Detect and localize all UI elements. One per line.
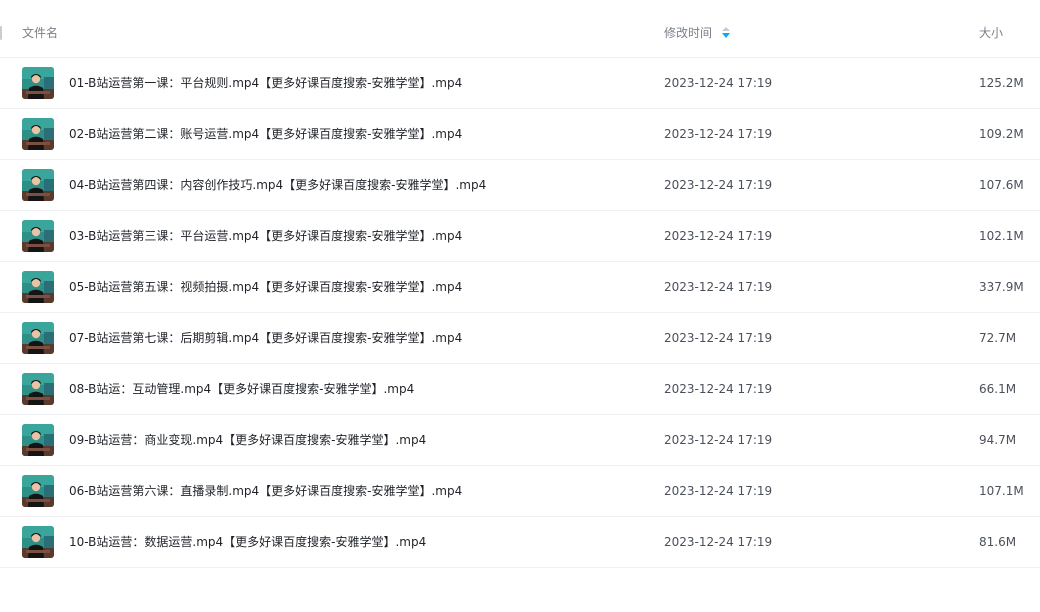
file-size: 94.7M [979, 433, 1017, 447]
video-thumbnail-icon[interactable] [22, 271, 54, 303]
column-header-name-label: 文件名 [22, 26, 59, 40]
table-row[interactable]: 10-B站运营：数据运营.mp4【更多好课百度搜索-安雅学堂】.mp4 2023… [0, 517, 1040, 568]
file-name[interactable]: 10-B站运营：数据运营.mp4【更多好课百度搜索-安雅学堂】.mp4 [69, 533, 426, 551]
sort-desc-icon[interactable] [722, 27, 731, 39]
file-modified-time: 2023-12-24 17:19 [664, 433, 773, 447]
file-modified-time: 2023-12-24 17:19 [664, 331, 773, 345]
file-size: 107.6M [979, 178, 1024, 192]
file-name[interactable]: 02-B站运营第二课：账号运营.mp4【更多好课百度搜索-安雅学堂】.mp4 [69, 125, 462, 143]
video-thumbnail-icon[interactable] [22, 169, 54, 201]
file-size: 109.2M [979, 127, 1024, 141]
table-row[interactable]: 09-B站运营：商业变现.mp4【更多好课百度搜索-安雅学堂】.mp4 2023… [0, 415, 1040, 466]
file-name[interactable]: 07-B站运营第七课：后期剪辑.mp4【更多好课百度搜索-安雅学堂】.mp4 [69, 329, 462, 347]
file-size: 337.9M [979, 280, 1024, 294]
table-row[interactable]: 06-B站运营第六课：直播录制.mp4【更多好课百度搜索-安雅学堂】.mp4 2… [0, 466, 1040, 517]
table-row[interactable]: 01-B站运营第一课：平台规则.mp4【更多好课百度搜索-安雅学堂】.mp4 2… [0, 58, 1040, 109]
video-thumbnail-icon[interactable] [22, 475, 54, 507]
video-thumbnail-icon[interactable] [22, 67, 54, 99]
video-thumbnail-icon[interactable] [22, 373, 54, 405]
file-modified-time: 2023-12-24 17:19 [664, 484, 773, 498]
file-name[interactable]: 08-B站运：互动管理.mp4【更多好课百度搜索-安雅学堂】.mp4 [69, 380, 414, 398]
file-name[interactable]: 04-B站运营第四课：内容创作技巧.mp4【更多好课百度搜索-安雅学堂】.mp4 [69, 176, 486, 194]
file-size: 81.6M [979, 535, 1017, 549]
column-header-modified[interactable]: 修改时间 [664, 25, 731, 41]
file-name[interactable]: 06-B站运营第六课：直播录制.mp4【更多好课百度搜索-安雅学堂】.mp4 [69, 482, 462, 500]
file-name[interactable]: 01-B站运营第一课：平台规则.mp4【更多好课百度搜索-安雅学堂】.mp4 [69, 74, 462, 92]
file-modified-time: 2023-12-24 17:19 [664, 280, 773, 294]
file-modified-time: 2023-12-24 17:19 [664, 76, 773, 90]
file-size: 125.2M [979, 76, 1024, 90]
video-thumbnail-icon[interactable] [22, 322, 54, 354]
video-thumbnail-icon[interactable] [22, 526, 54, 558]
file-name[interactable]: 09-B站运营：商业变现.mp4【更多好课百度搜索-安雅学堂】.mp4 [69, 431, 426, 449]
file-size: 66.1M [979, 382, 1017, 396]
video-thumbnail-icon[interactable] [22, 424, 54, 456]
file-modified-time: 2023-12-24 17:19 [664, 178, 773, 192]
video-thumbnail-icon[interactable] [22, 118, 54, 150]
table-row[interactable]: 08-B站运：互动管理.mp4【更多好课百度搜索-安雅学堂】.mp4 2023-… [0, 364, 1040, 415]
video-thumbnail-icon[interactable] [22, 220, 54, 252]
file-modified-time: 2023-12-24 17:19 [664, 535, 773, 549]
file-name[interactable]: 03-B站运营第三课：平台运营.mp4【更多好课百度搜索-安雅学堂】.mp4 [69, 227, 462, 245]
file-modified-time: 2023-12-24 17:19 [664, 229, 773, 243]
column-header-size-label: 大小 [979, 26, 1004, 40]
file-modified-time: 2023-12-24 17:19 [664, 127, 773, 141]
file-size: 107.1M [979, 484, 1024, 498]
file-size: 72.7M [979, 331, 1017, 345]
table-row[interactable]: 05-B站运营第五课：视频拍摄.mp4【更多好课百度搜索-安雅学堂】.mp4 2… [0, 262, 1040, 313]
table-row[interactable]: 04-B站运营第四课：内容创作技巧.mp4【更多好课百度搜索-安雅学堂】.mp4… [0, 160, 1040, 211]
file-modified-time: 2023-12-24 17:19 [664, 382, 773, 396]
table-row[interactable]: 02-B站运营第二课：账号运营.mp4【更多好课百度搜索-安雅学堂】.mp4 2… [0, 109, 1040, 160]
file-size: 102.1M [979, 229, 1024, 243]
column-header-size[interactable]: 大小 [979, 25, 1003, 41]
table-header: 文件名 修改时间 大小 [0, 0, 1040, 58]
file-name[interactable]: 05-B站运营第五课：视频拍摄.mp4【更多好课百度搜索-安雅学堂】.mp4 [69, 278, 462, 296]
column-header-name[interactable]: 文件名 [22, 25, 58, 41]
table-row[interactable]: 03-B站运营第三课：平台运营.mp4【更多好课百度搜索-安雅学堂】.mp4 2… [0, 211, 1040, 262]
file-rows: 01-B站运营第一课：平台规则.mp4【更多好课百度搜索-安雅学堂】.mp4 2… [0, 58, 1040, 568]
column-header-modified-label: 修改时间 [664, 26, 713, 40]
table-row[interactable]: 07-B站运营第七课：后期剪辑.mp4【更多好课百度搜索-安雅学堂】.mp4 2… [0, 313, 1040, 364]
file-list-table: 文件名 修改时间 大小 01-B站运营第一课：平台规则.mp4【更多好课百度搜索… [0, 0, 1040, 568]
